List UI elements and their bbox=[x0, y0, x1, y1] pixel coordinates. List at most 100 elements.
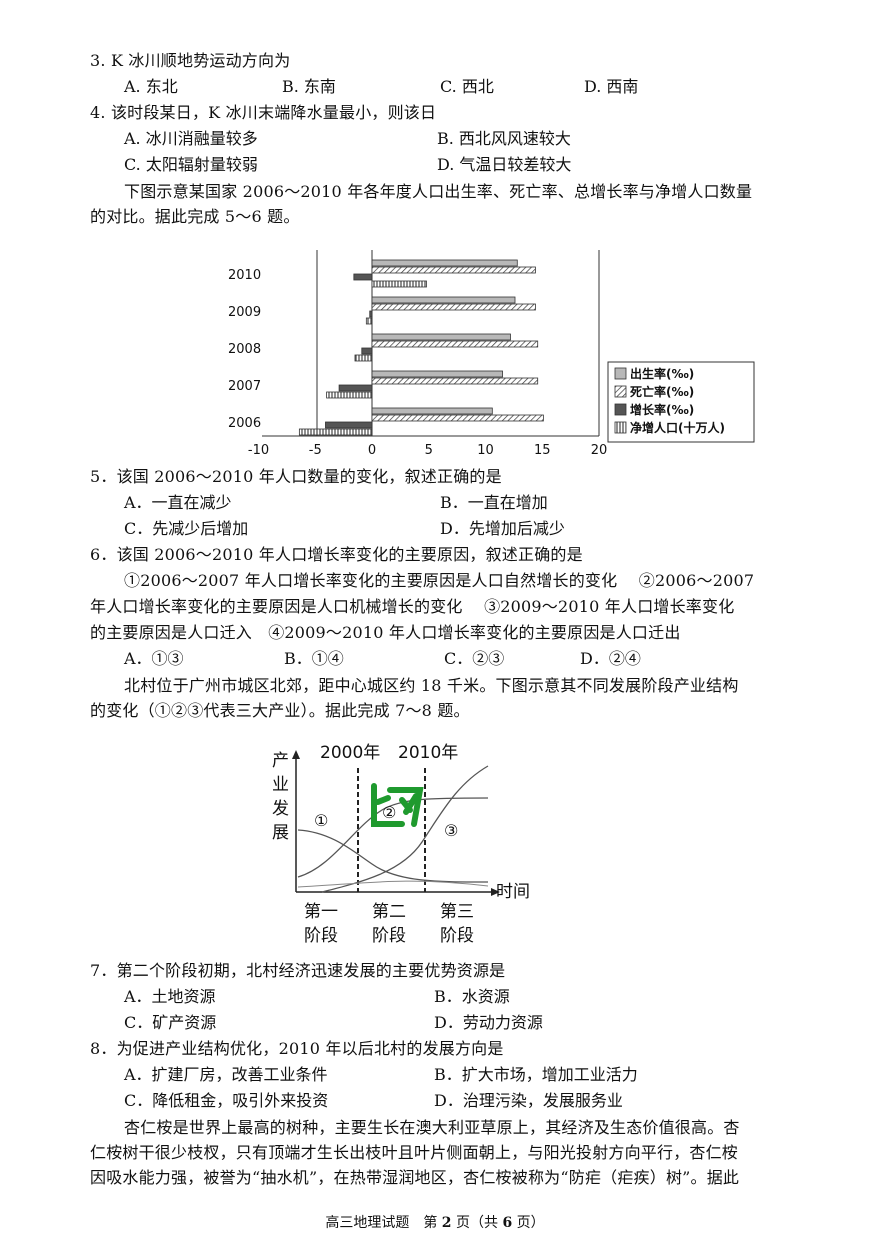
intro56-line1: 下图示意某国家 2006～2010 年各年度人口出生率、死亡率、总增长率与净增人… bbox=[124, 182, 753, 201]
y-label-char-3: 发 bbox=[272, 799, 289, 819]
x-tick-label: 15 bbox=[534, 443, 551, 458]
legend-label-growth-rate: 增长率(‰) bbox=[630, 402, 694, 417]
q7-option-b: B．水资源 bbox=[434, 987, 510, 1006]
q3-option-d: D. 西南 bbox=[584, 77, 639, 96]
legend-swatch-birth-rate bbox=[614, 367, 627, 380]
x-tick-label: 5 bbox=[425, 443, 433, 458]
stage-2-label-top: 第二 bbox=[372, 902, 406, 922]
legend-swatch-death-rate bbox=[614, 385, 627, 398]
curve-label-1: ① bbox=[314, 811, 328, 830]
q4-option-d: D. 气温日较差较大 bbox=[437, 155, 572, 174]
legend-label-net-increase: 净增人口(十万人) bbox=[630, 420, 725, 435]
year-label-2006: 2006 bbox=[228, 416, 261, 431]
y-label-char-2: 业 bbox=[272, 775, 289, 795]
footer-prefix: 高三地理试题 第 bbox=[325, 1215, 442, 1231]
y-label-char-1: 产 bbox=[272, 751, 289, 771]
legend-label-death-rate: 死亡率(‰) bbox=[630, 384, 694, 399]
bar-net-increase-2006 bbox=[298, 428, 373, 436]
bar-birth-rate-2006 bbox=[371, 407, 493, 415]
bar-birth-rate-2007 bbox=[371, 370, 503, 378]
footer-mid: 页（共 bbox=[451, 1215, 503, 1231]
intro56-line2: 的对比。据此完成 5～6 题。 bbox=[90, 207, 300, 226]
y-label-char-4: 展 bbox=[272, 823, 289, 843]
legend-swatch-growth-rate bbox=[614, 403, 627, 416]
bar-birth-rate-2008 bbox=[371, 333, 511, 341]
year-label-2010: 2010 bbox=[228, 268, 261, 283]
q3-option-b: B. 东南 bbox=[282, 77, 336, 96]
intro-last-line2: 仁桉树干很少枝杈，只有顶端才生长出枝叶且叶片侧面朝上，与阳光投射方向平行，杏仁桉 bbox=[90, 1143, 739, 1162]
q6-statement-line2: 年人口增长率变化的主要原因是人口机械增长的变化 ③2009～2010 年人口增长… bbox=[90, 597, 735, 616]
footer-suffix: 页） bbox=[512, 1215, 545, 1231]
population-bar-chart: 2010 2009 2008 2007 2006 -10 -5 0 5 10 15 20 出生率(‰… bbox=[228, 250, 755, 458]
curve-label-2: ② bbox=[382, 803, 396, 822]
bar-growth-rate-2009 bbox=[369, 310, 373, 318]
bar-net-increase-2007 bbox=[326, 391, 373, 399]
x-axis-label: 时间 bbox=[496, 882, 530, 902]
bar-death-rate-2006 bbox=[371, 414, 544, 422]
bar-death-rate-2007 bbox=[371, 377, 539, 385]
q6-option-d: D．②④ bbox=[580, 649, 641, 668]
q8-option-a: A．扩建厂房，改善工业条件 bbox=[124, 1065, 328, 1084]
bar-death-rate-2009 bbox=[371, 303, 536, 311]
q5-stem: 5．该国 2006～2010 年人口数量的变化，叙述正确的是 bbox=[90, 467, 502, 486]
q6-statement-line3: 的主要原因是人口迁入 ④2009～2010 年人口增长率变化的主要原因是人口迁出 bbox=[90, 623, 681, 642]
q3-option-a: A. 东北 bbox=[124, 77, 178, 96]
q5-option-a: A．一直在减少 bbox=[124, 493, 232, 512]
bar-net-increase-2008 bbox=[354, 354, 373, 362]
q4-option-a: A. 冰川消融量较多 bbox=[124, 129, 258, 148]
intro-last-line3: 因吸水能力强，被誉为“抽水机”，在热带湿润地区，杏仁桉被称为“防疟（疟疾）树”。… bbox=[90, 1168, 740, 1187]
q4-option-b: B. 西北风风速较大 bbox=[437, 129, 571, 148]
legend-label-birth-rate: 出生率(‰) bbox=[630, 366, 694, 381]
q6-option-a: A．①③ bbox=[124, 649, 184, 668]
year-label-2010: 2010年 bbox=[398, 743, 458, 763]
stage-1-label-top: 第一 bbox=[304, 902, 338, 922]
bar-growth-rate-2008 bbox=[361, 347, 373, 355]
intro78-line2: 的变化（①②③代表三大产业）。据此完成 7～8 题。 bbox=[90, 701, 470, 720]
q6-stem: 6．该国 2006～2010 年人口增长率变化的主要原因，叙述正确的是 bbox=[90, 545, 583, 564]
q8-option-d: D．治理污染，发展服务业 bbox=[434, 1091, 623, 1110]
year-label-2000: 2000年 bbox=[320, 743, 380, 763]
stage-1-label-bottom: 阶段 bbox=[304, 926, 338, 946]
page-footer: 高三地理试题 第 2 页（共 6 页） bbox=[0, 1212, 870, 1232]
q7-option-d: D．劳动力资源 bbox=[434, 1013, 543, 1032]
bar-birth-rate-2010 bbox=[371, 259, 518, 267]
q3-option-c: C. 西北 bbox=[440, 77, 494, 96]
q8-stem: 8．为促进产业结构优化，2010 年以后北村的发展方向是 bbox=[90, 1039, 504, 1058]
q4-option-c: C. 太阳辐射量较弱 bbox=[124, 155, 258, 174]
stage-3-label-bottom: 阶段 bbox=[440, 926, 474, 946]
curve-label-3: ③ bbox=[444, 821, 458, 840]
year-label-2009: 2009 bbox=[228, 305, 261, 320]
x-tick-label: -10 bbox=[248, 443, 269, 458]
intro78-line1: 北村位于广州市城区北郊，距中心城区约 18 千米。下图示意其不同发展阶段产业结构 bbox=[124, 676, 739, 695]
curve-primary-industry bbox=[297, 829, 489, 883]
bar-death-rate-2010 bbox=[371, 266, 536, 274]
bar-growth-rate-2006 bbox=[325, 421, 373, 429]
bar-net-increase-2009 bbox=[365, 317, 373, 325]
q7-option-a: A．土地资源 bbox=[124, 987, 216, 1006]
bar-growth-rate-2007 bbox=[338, 384, 373, 392]
q3-stem: 3. K 冰川顺地势运动方向为 bbox=[90, 51, 291, 70]
x-tick-label: -5 bbox=[309, 443, 322, 458]
q6-option-b: B．①④ bbox=[284, 649, 344, 668]
q5-option-c: C．先减少后增加 bbox=[124, 519, 249, 538]
q8-option-c: C．降低租金，吸引外来投资 bbox=[124, 1091, 329, 1110]
footer-total-pages: 6 bbox=[502, 1215, 513, 1231]
q7-option-c: C．矿产资源 bbox=[124, 1013, 217, 1032]
chart-legend: 出生率(‰) 死亡率(‰) 增长率(‰) 净增人口(十万人) bbox=[607, 361, 755, 443]
curve-tertiary-industry bbox=[321, 765, 489, 893]
q4-stem: 4. 该时段某日，K 冰川末端降水量最小，则该日 bbox=[90, 103, 437, 122]
intro-last-line1: 杏仁桉是世界上最高的树种，主要生长在澳大利亚草原上，其经济及生态价值很高。杏 bbox=[124, 1118, 740, 1137]
q8-option-b: B．扩大市场，增加工业活力 bbox=[434, 1065, 638, 1084]
industry-structure-diagram: 2000年 2010年 产 业 发 展 ① ② ③ 时间 第一 阶段 第二 阶段… bbox=[272, 743, 530, 946]
stage-3-label-top: 第三 bbox=[440, 902, 474, 922]
q6-option-c: C．②③ bbox=[444, 649, 505, 668]
bar-growth-rate-2010 bbox=[353, 273, 373, 281]
q5-option-d: D．先增加后减少 bbox=[440, 519, 565, 538]
bar-birth-rate-2009 bbox=[371, 296, 516, 304]
stage-2-label-bottom: 阶段 bbox=[372, 926, 406, 946]
legend-swatch-net-increase bbox=[614, 421, 627, 434]
q5-option-b: B．一直在增加 bbox=[440, 493, 548, 512]
q6-statement-line1: ①2006～2007 年人口增长率变化的主要原因是人口自然增长的变化 ②2006… bbox=[124, 571, 755, 590]
green-watermark bbox=[371, 783, 424, 827]
year-label-2008: 2008 bbox=[228, 342, 261, 357]
